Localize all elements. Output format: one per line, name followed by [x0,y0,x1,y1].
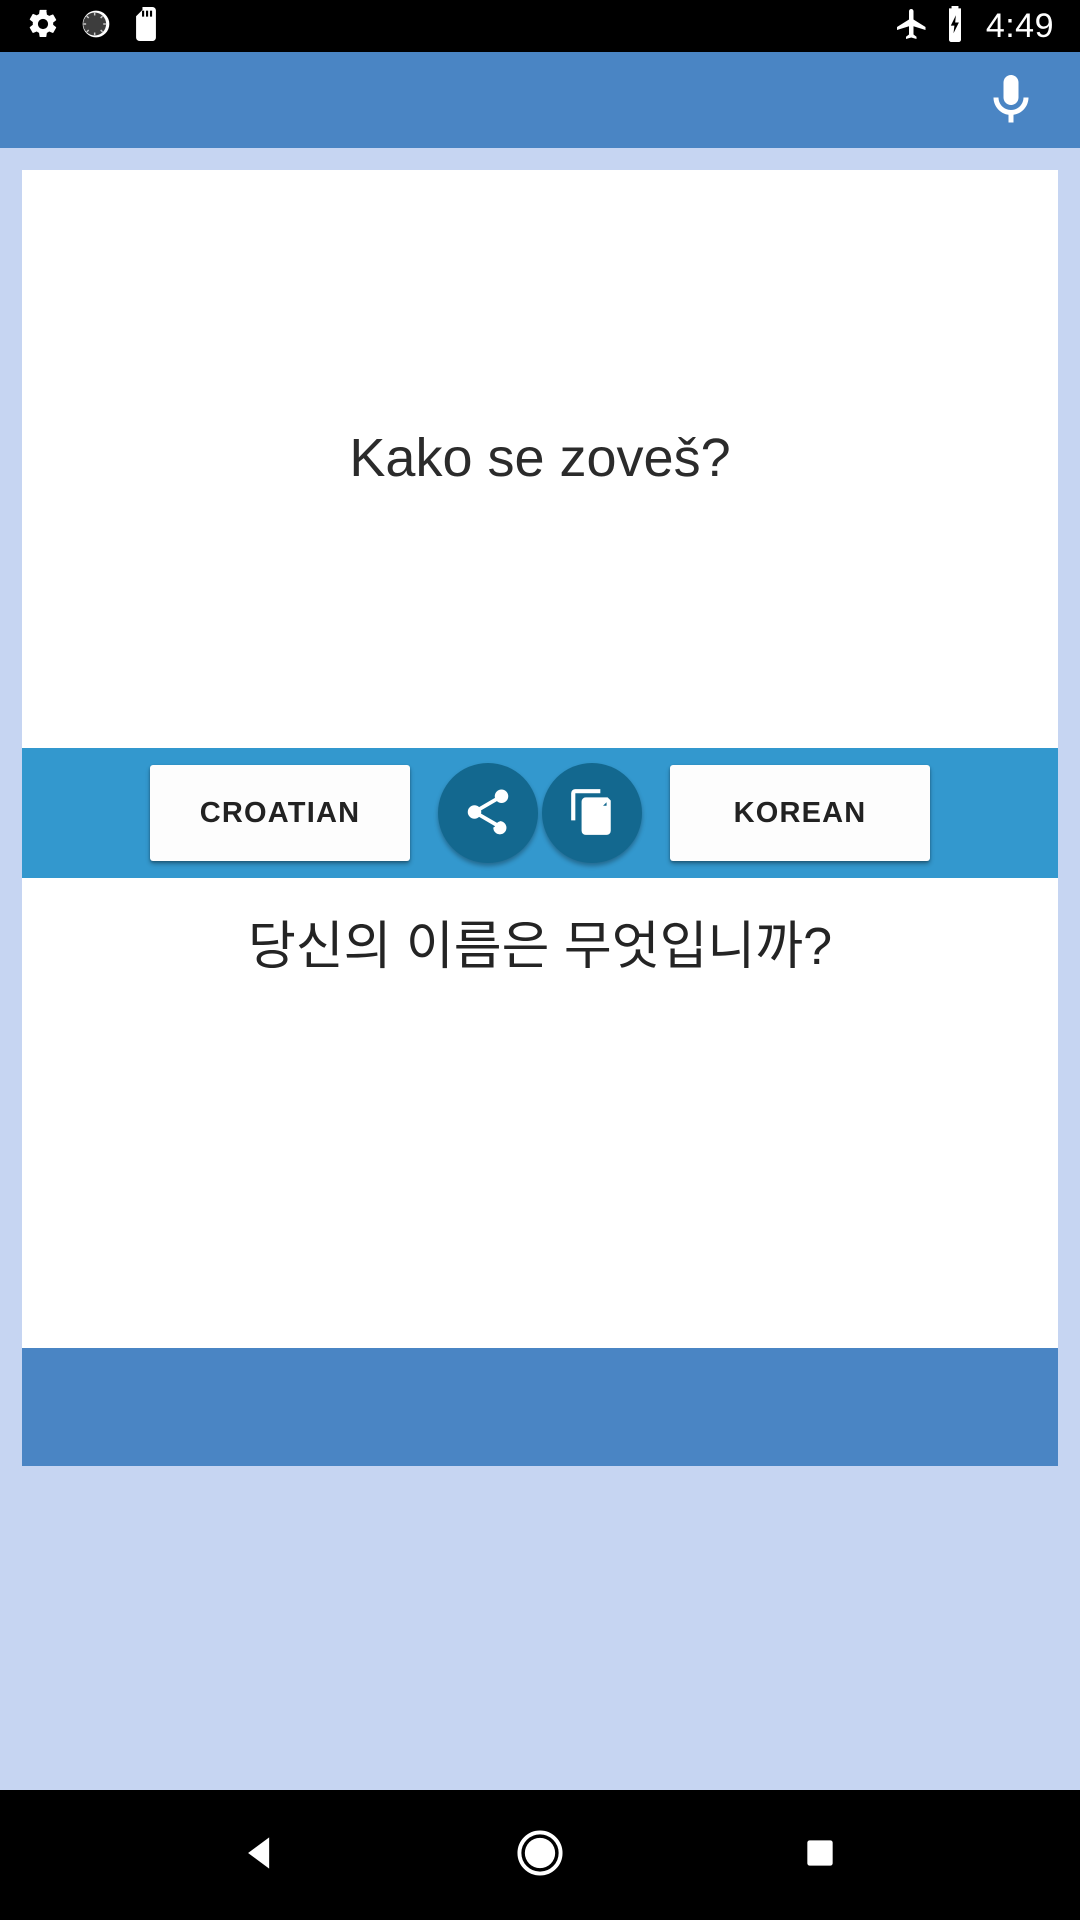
phone-screen: 4:49 Kako se zoveš? CROATIAN KOREAN 당신의 … [0,0,1080,1920]
airplane-mode-icon [894,6,930,47]
copy-button[interactable] [542,763,642,863]
status-bar-right-icons: 4:49 [894,5,1054,47]
status-bar-left-icons [26,6,160,46]
language-action-bar: CROATIAN KOREAN [22,748,1058,878]
source-text: Kako se zoveš? [349,428,731,489]
microphone-icon[interactable] [976,65,1046,135]
home-circle-icon [514,1827,566,1884]
status-bar: 4:49 [0,0,1080,52]
home-button[interactable] [480,1795,600,1915]
source-text-panel[interactable]: Kako se zoveš? [22,170,1058,748]
translation-card: Kako se zoveš? CROATIAN KOREAN 당신의 이름은 무… [22,170,1058,1628]
status-bar-clock: 4:49 [985,7,1054,45]
share-icon [461,785,515,842]
recents-square-icon [801,1834,839,1877]
target-text-panel[interactable]: 당신의 이름은 무엇입니까? [22,878,1058,1348]
gear-icon [26,7,60,46]
app-bar [0,52,1080,148]
android-nav-bar [0,1790,1080,1920]
recents-button[interactable] [760,1795,880,1915]
source-language-button[interactable]: CROATIAN [150,765,410,861]
action-buttons-group [438,763,642,863]
footer-banner [22,1348,1058,1466]
circular-progress-icon [80,8,112,45]
copy-icon [567,787,617,840]
content-area: Kako se zoveš? CROATIAN KOREAN 당신의 이름은 무… [0,148,1080,1790]
battery-charging-icon [944,5,966,47]
target-language-button[interactable]: KOREAN [670,765,930,861]
sd-card-icon [132,6,160,46]
share-button[interactable] [438,763,538,863]
target-text: 당신의 이름은 무엇입니까? [247,918,833,976]
content-bottom-padding [22,1628,1058,1790]
back-button[interactable] [200,1795,320,1915]
back-triangle-icon [238,1831,282,1880]
